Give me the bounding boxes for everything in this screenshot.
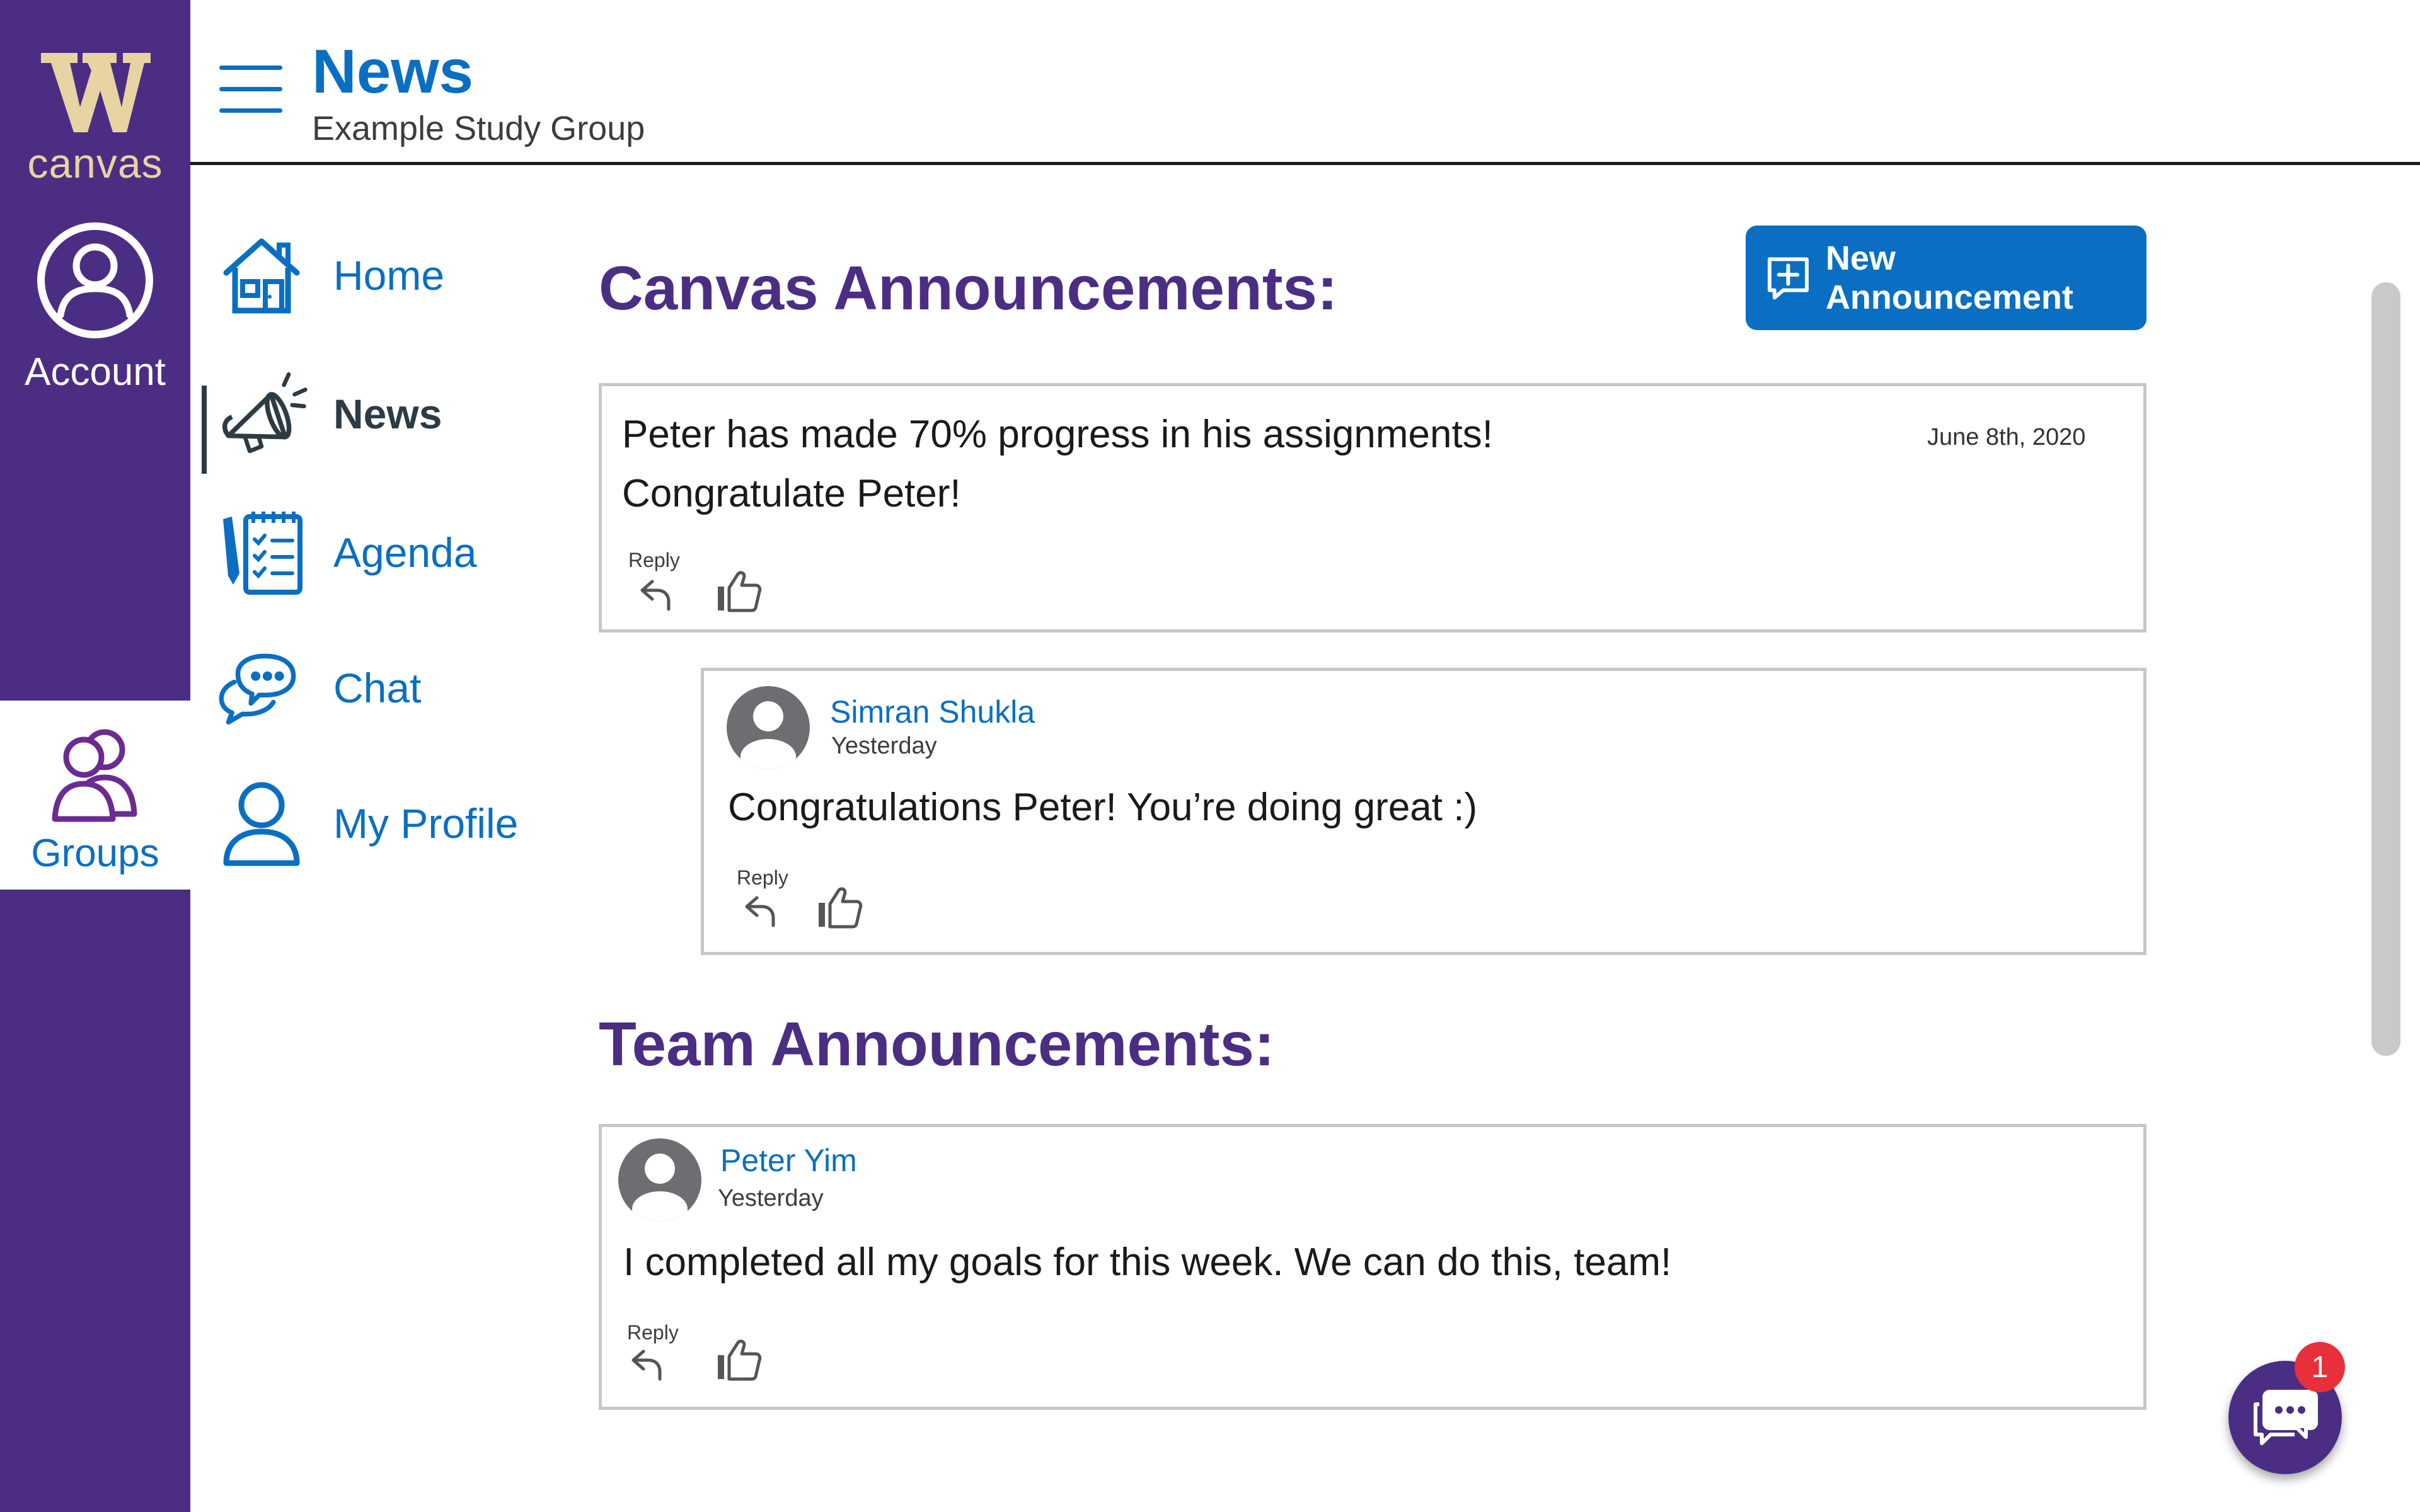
reply-card: Simran Shukla Yesterday Congratulations …: [701, 668, 2146, 955]
author-name[interactable]: Simran Shukla: [830, 694, 1035, 730]
post-time: Yesterday: [718, 1185, 824, 1211]
announcement-line-1: Peter has made 70% progress in his assig…: [622, 413, 1493, 456]
notification-badge: 1: [2295, 1342, 2345, 1392]
megaphone-icon: [214, 360, 309, 467]
page-header: News Example Study Group: [190, 0, 2420, 165]
team-announcements-heading: Team Announcements:: [599, 1009, 1275, 1079]
course-nav-item-news[interactable]: News: [190, 360, 568, 474]
like-thumbs-up-icon[interactable]: [715, 1337, 763, 1383]
account-label: Account: [24, 350, 166, 394]
chat-icon: [2254, 1390, 2318, 1445]
like-thumbs-up-icon[interactable]: [816, 885, 864, 931]
groups-icon: [52, 729, 137, 822]
course-nav-label: Home: [333, 252, 445, 299]
profile-icon: [214, 770, 309, 877]
course-nav-label: Chat: [333, 665, 422, 711]
canvas-announcements-heading: Canvas Announcements:: [599, 253, 1338, 323]
global-nav: canvas Account Groups: [0, 0, 190, 1512]
home-icon: [214, 222, 309, 329]
team-post-body: I completed all my goals for this week. …: [623, 1240, 1672, 1284]
course-nav: Home News Agenda Chat My Profile: [190, 165, 568, 921]
reply-label: Reply: [737, 866, 788, 889]
groups-label: Groups: [31, 832, 159, 875]
course-nav-label: My Profile: [333, 800, 519, 847]
chat-bubbles-icon: [214, 634, 309, 742]
post-time: Yesterday: [831, 733, 937, 759]
hamburger-menu-icon[interactable]: [219, 66, 282, 113]
logo-text: canvas: [27, 140, 163, 186]
global-nav-groups[interactable]: Groups: [0, 701, 190, 890]
account-icon: [37, 222, 153, 338]
announcement-body: Peter has made 70% progress in his assig…: [622, 405, 1493, 524]
course-nav-label: Agenda: [333, 529, 477, 576]
announcement-date: June 8th, 2020: [1927, 424, 2086, 450]
reply-label: Reply: [627, 1321, 679, 1344]
like-thumbs-up-icon[interactable]: [715, 569, 763, 614]
scrollbar-thumb[interactable]: [2371, 282, 2400, 1056]
course-nav-item-home[interactable]: Home: [190, 222, 568, 329]
reply-icon[interactable]: [638, 575, 676, 613]
reply-body: Congratulations Peter! You’re doing grea…: [728, 786, 1478, 829]
reply-label: Reply: [628, 549, 680, 571]
agenda-icon: [214, 499, 309, 606]
add-announcement-icon: [1767, 257, 1809, 300]
avatar-default-icon[interactable]: [618, 1138, 701, 1222]
uw-w-logo-icon: [41, 53, 151, 132]
course-nav-label: News: [333, 391, 442, 437]
course-nav-item-agenda[interactable]: Agenda: [190, 499, 568, 606]
avatar-default-icon[interactable]: [727, 686, 810, 769]
author-name[interactable]: Peter Yim: [720, 1142, 857, 1179]
reply-icon[interactable]: [743, 891, 781, 929]
reply-icon[interactable]: [630, 1345, 667, 1383]
page-title: News: [312, 37, 474, 106]
main-content: Canvas Announcements: New Announcement P…: [568, 165, 2169, 1512]
new-announcement-button[interactable]: New Announcement: [1746, 226, 2146, 330]
group-name: Example Study Group: [312, 110, 645, 147]
canvas-logo[interactable]: canvas: [0, 44, 190, 185]
new-announcement-label: New Announcement: [1825, 239, 2073, 316]
announcement-line-2: Congratulate Peter!: [622, 472, 961, 515]
announcement-card: Peter has made 70% progress in his assig…: [599, 383, 2146, 633]
course-nav-item-my-profile[interactable]: My Profile: [190, 770, 568, 877]
active-indicator: [202, 386, 207, 474]
course-nav-item-chat[interactable]: Chat: [190, 634, 568, 742]
global-nav-account[interactable]: Account: [0, 220, 190, 394]
team-post-card: Peter Yim Yesterday I completed all my g…: [599, 1124, 2146, 1410]
